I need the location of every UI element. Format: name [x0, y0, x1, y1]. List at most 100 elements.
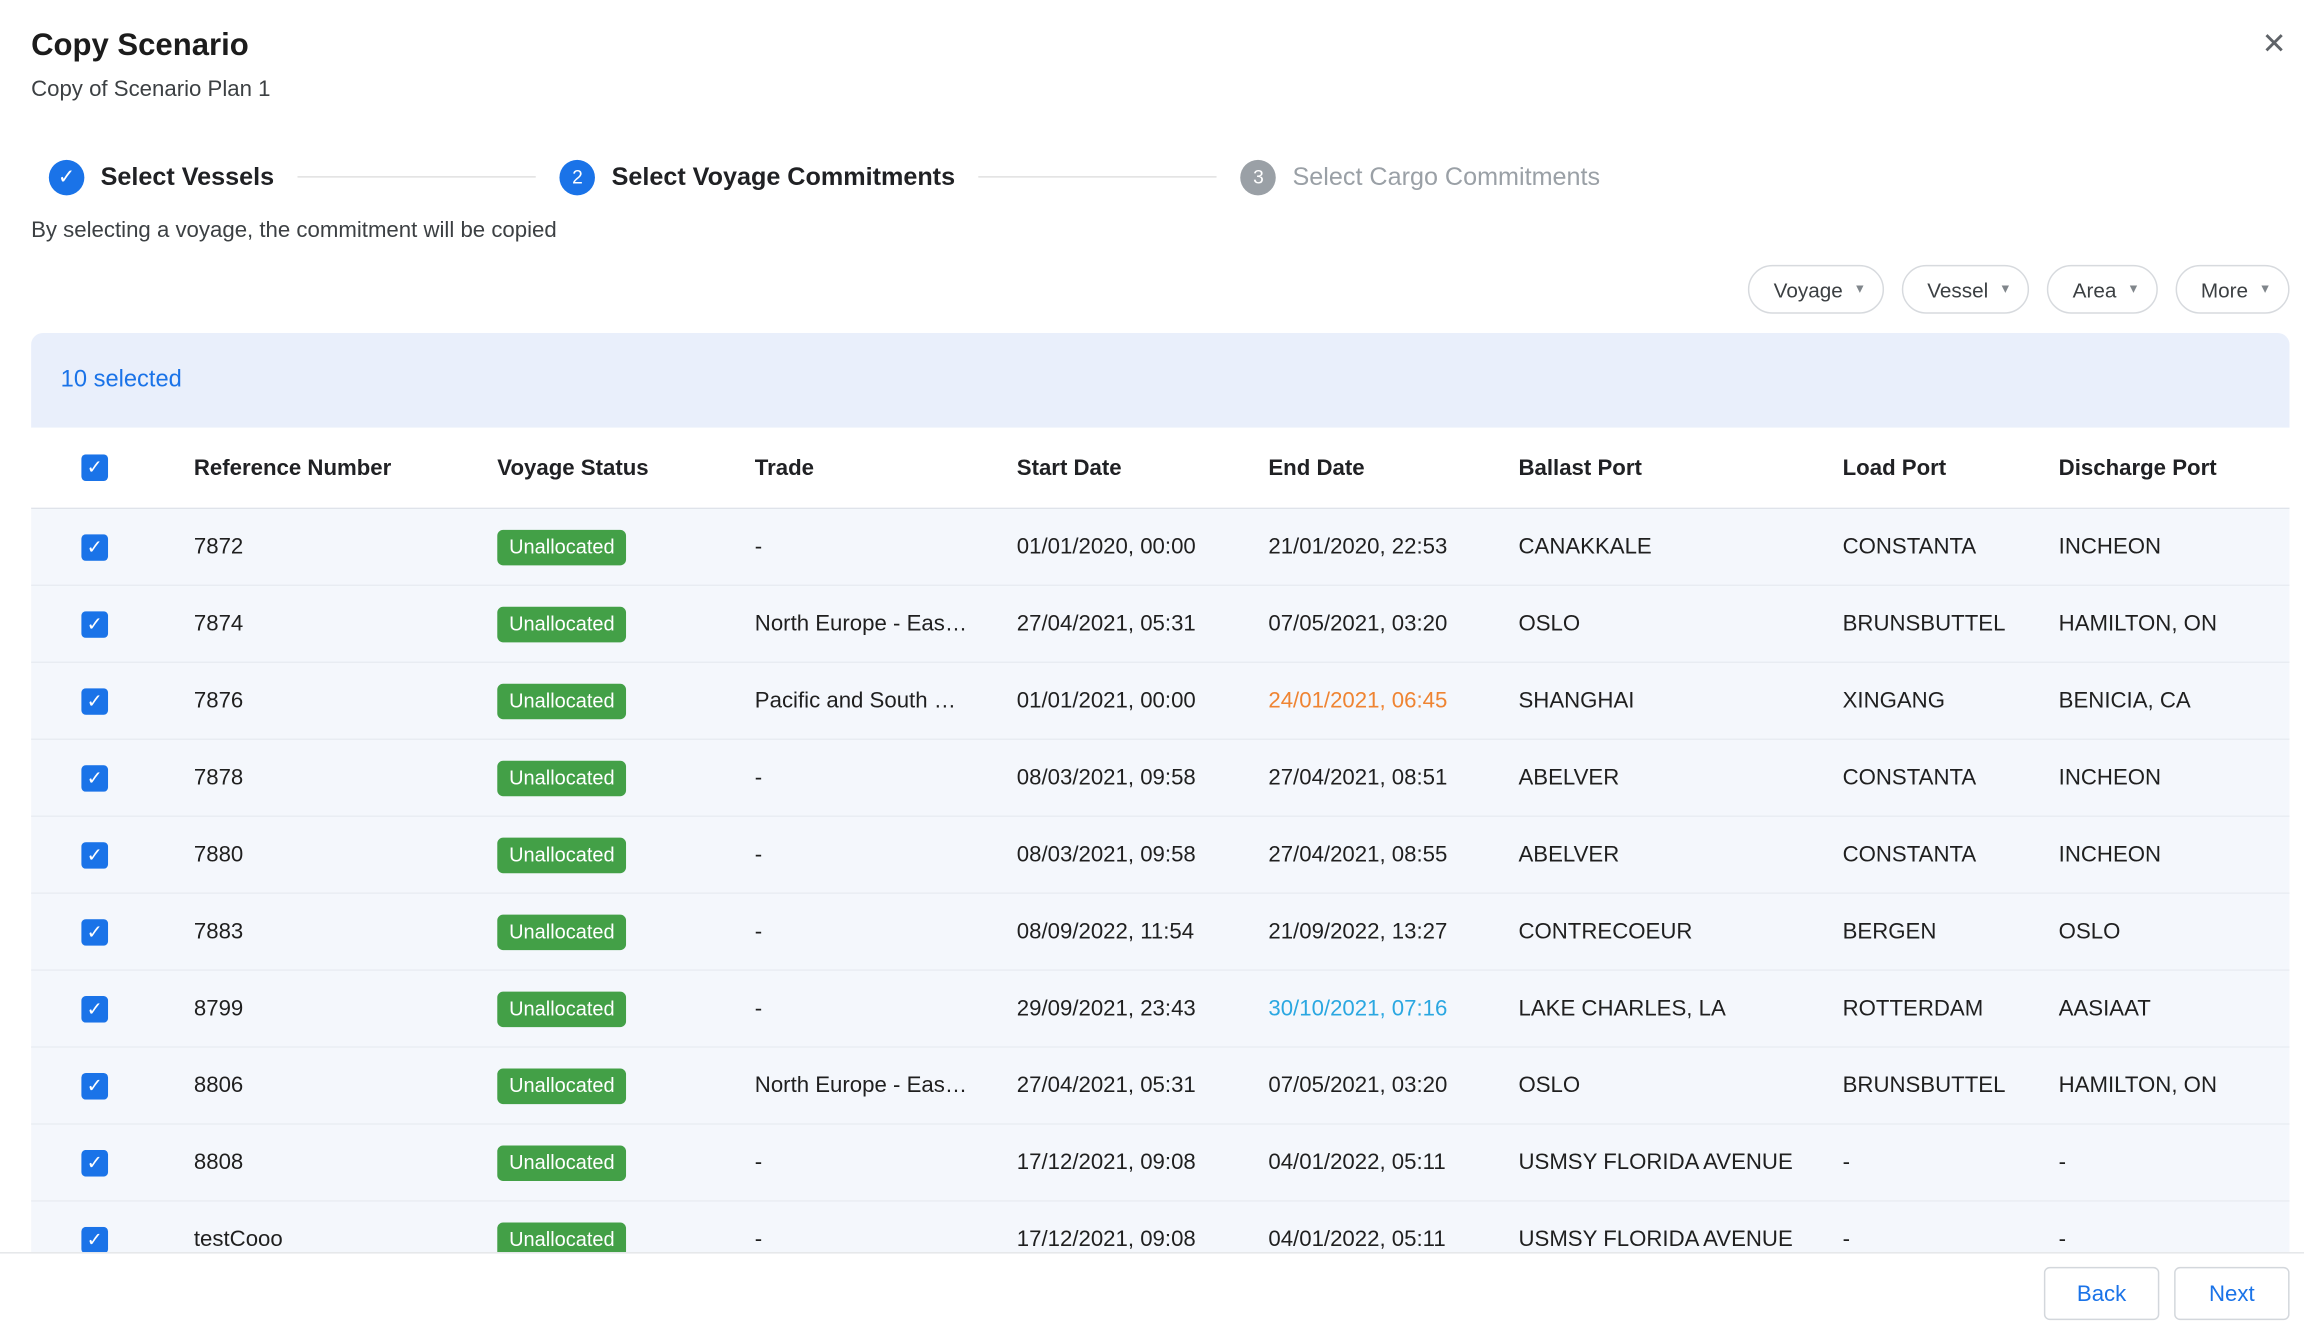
- voyage-status-badge: Unallocated: [497, 1068, 626, 1104]
- load-port-cell: CONSTANTA: [1843, 534, 2059, 559]
- filter-label: More: [2201, 278, 2248, 302]
- filter-vessel-button[interactable]: Vessel ▾: [1902, 265, 2030, 314]
- filter-voyage-button[interactable]: Voyage ▾: [1749, 265, 1885, 314]
- filter-label: Vessel: [1927, 278, 1988, 302]
- trade-cell: North Europe - Eas…: [755, 611, 1017, 636]
- start-date-cell: 17/12/2021, 09:08: [1017, 1150, 1269, 1175]
- end-date-cell: 24/01/2021, 06:45: [1268, 688, 1518, 713]
- table-header-row: ✓ Reference Number Voyage Status Trade S…: [31, 428, 2289, 509]
- column-header-reference-number: Reference Number: [194, 455, 497, 480]
- ballast-port-cell: CANAKKALE: [1518, 534, 1842, 559]
- end-date-cell: 04/01/2022, 05:11: [1268, 1150, 1518, 1175]
- ballast-port-cell: CONTRECOEUR: [1518, 919, 1842, 944]
- trade-cell: -: [755, 842, 1017, 867]
- load-port-cell: BRUNSBUTTEL: [1843, 611, 2059, 636]
- table-row[interactable]: ✓ 7876 Unallocated Pacific and South … 0…: [31, 663, 2289, 740]
- row-checkbox[interactable]: ✓: [81, 918, 108, 945]
- column-header-ballast-port: Ballast Port: [1518, 455, 1842, 480]
- end-date-cell: 27/04/2021, 08:51: [1268, 765, 1518, 790]
- start-date-cell: 29/09/2021, 23:43: [1017, 996, 1269, 1021]
- reference-number-cell: 7874: [194, 611, 497, 636]
- trade-cell: -: [755, 996, 1017, 1021]
- page-title: Copy Scenario: [31, 27, 2304, 64]
- end-date-cell: 27/04/2021, 08:55: [1268, 842, 1518, 867]
- table-row[interactable]: ✓ 8806 Unallocated North Europe - Eas… 2…: [31, 1048, 2289, 1125]
- row-checkbox[interactable]: ✓: [81, 687, 108, 714]
- table-row[interactable]: ✓ 8808 Unallocated - 17/12/2021, 09:08 0…: [31, 1125, 2289, 1202]
- end-date-cell: 30/10/2021, 07:16: [1268, 996, 1518, 1021]
- column-header-trade: Trade: [755, 455, 1017, 480]
- row-checkbox[interactable]: ✓: [81, 1149, 108, 1176]
- discharge-port-cell: AASIAAT: [2059, 996, 2290, 1021]
- reference-number-cell: 7883: [194, 919, 497, 944]
- row-checkbox[interactable]: ✓: [81, 1226, 108, 1253]
- table-row[interactable]: ✓ 7883 Unallocated - 08/09/2022, 11:54 2…: [31, 894, 2289, 971]
- start-date-cell: 27/04/2021, 05:31: [1017, 611, 1269, 636]
- row-checkbox[interactable]: ✓: [81, 764, 108, 791]
- trade-cell: -: [755, 1227, 1017, 1252]
- discharge-port-cell: INCHEON: [2059, 842, 2290, 867]
- chevron-down-icon: ▾: [2002, 282, 2009, 297]
- filter-bar: Voyage ▾ Vessel ▾ Area ▾ More ▾: [0, 265, 2290, 314]
- row-checkbox[interactable]: ✓: [81, 1072, 108, 1099]
- discharge-port-cell: HAMILTON, ON: [2059, 611, 2290, 636]
- column-header-start-date: Start Date: [1017, 455, 1269, 480]
- voyage-status-badge: Unallocated: [497, 837, 626, 873]
- table-row[interactable]: ✓ testCooo Unallocated - 17/12/2021, 09:…: [31, 1202, 2289, 1257]
- start-date-cell: 01/01/2021, 00:00: [1017, 688, 1269, 713]
- table-body: ✓ 7872 Unallocated - 01/01/2020, 00:00 2…: [31, 509, 2289, 1256]
- step-label: Select Cargo Commitments: [1293, 162, 1601, 192]
- start-date-cell: 01/01/2020, 00:00: [1017, 534, 1269, 559]
- discharge-port-cell: BENICIA, CA: [2059, 688, 2290, 713]
- next-button[interactable]: Next: [2174, 1267, 2289, 1320]
- end-date-cell: 07/05/2021, 03:20: [1268, 611, 1518, 636]
- reference-number-cell: 7872: [194, 534, 497, 559]
- trade-cell: -: [755, 1150, 1017, 1175]
- end-date-cell: 04/01/2022, 05:11: [1268, 1227, 1518, 1252]
- close-button[interactable]: ✕: [2256, 24, 2293, 65]
- stepper: ✓ Select Vessels 2 Select Voyage Commitm…: [49, 158, 2304, 195]
- load-port-cell: BRUNSBUTTEL: [1843, 1073, 2059, 1098]
- row-checkbox[interactable]: ✓: [81, 841, 108, 868]
- filter-more-button[interactable]: More ▾: [2176, 265, 2290, 314]
- step-completed-circle: ✓: [49, 159, 85, 195]
- reference-number-cell: 7876: [194, 688, 497, 713]
- select-all-checkbox[interactable]: ✓: [81, 454, 108, 481]
- step-select-voyage-commitments[interactable]: 2 Select Voyage Commitments: [560, 159, 955, 195]
- column-header-end-date: End Date: [1268, 455, 1518, 480]
- load-port-cell: CONSTANTA: [1843, 842, 2059, 867]
- step-connector: [979, 176, 1217, 177]
- back-button[interactable]: Back: [2044, 1267, 2159, 1320]
- voyage-commitments-table: 10 selected ✓ Reference Number Voyage St…: [31, 333, 2289, 1257]
- check-icon: ✓: [58, 164, 75, 189]
- table-row[interactable]: ✓ 7878 Unallocated - 08/03/2021, 09:58 2…: [31, 740, 2289, 817]
- load-port-cell: CONSTANTA: [1843, 765, 2059, 790]
- load-port-cell: XINGANG: [1843, 688, 2059, 713]
- row-checkbox[interactable]: ✓: [81, 534, 108, 561]
- row-checkbox[interactable]: ✓: [81, 995, 108, 1022]
- table-row[interactable]: ✓ 8799 Unallocated - 29/09/2021, 23:43 3…: [31, 971, 2289, 1048]
- filter-area-button[interactable]: Area ▾: [2048, 265, 2158, 314]
- ballast-port-cell: USMSY FLORIDA AVENUE: [1518, 1227, 1842, 1252]
- table-row[interactable]: ✓ 7872 Unallocated - 01/01/2020, 00:00 2…: [31, 509, 2289, 586]
- trade-cell: -: [755, 534, 1017, 559]
- discharge-port-cell: INCHEON: [2059, 765, 2290, 790]
- voyage-status-badge: Unallocated: [497, 529, 626, 565]
- ballast-port-cell: LAKE CHARLES, LA: [1518, 996, 1842, 1021]
- trade-cell: North Europe - Eas…: [755, 1073, 1017, 1098]
- step-select-cargo-commitments[interactable]: 3 Select Cargo Commitments: [1241, 159, 1600, 195]
- discharge-port-cell: -: [2059, 1150, 2290, 1175]
- trade-cell: -: [755, 919, 1017, 944]
- step-number: 2: [560, 159, 596, 195]
- close-icon: ✕: [2262, 28, 2287, 61]
- reference-number-cell: 8806: [194, 1073, 497, 1098]
- discharge-port-cell: HAMILTON, ON: [2059, 1073, 2290, 1098]
- table-row[interactable]: ✓ 7880 Unallocated - 08/03/2021, 09:58 2…: [31, 817, 2289, 894]
- step-select-vessels[interactable]: ✓ Select Vessels: [49, 159, 274, 195]
- row-checkbox[interactable]: ✓: [81, 611, 108, 638]
- end-date-cell: 07/05/2021, 03:20: [1268, 1073, 1518, 1098]
- voyage-status-badge: Unallocated: [497, 606, 626, 642]
- stepper-hint: By selecting a voyage, the commitment wi…: [31, 218, 2304, 245]
- trade-cell: Pacific and South …: [755, 688, 1017, 713]
- table-row[interactable]: ✓ 7874 Unallocated North Europe - Eas… 2…: [31, 586, 2289, 663]
